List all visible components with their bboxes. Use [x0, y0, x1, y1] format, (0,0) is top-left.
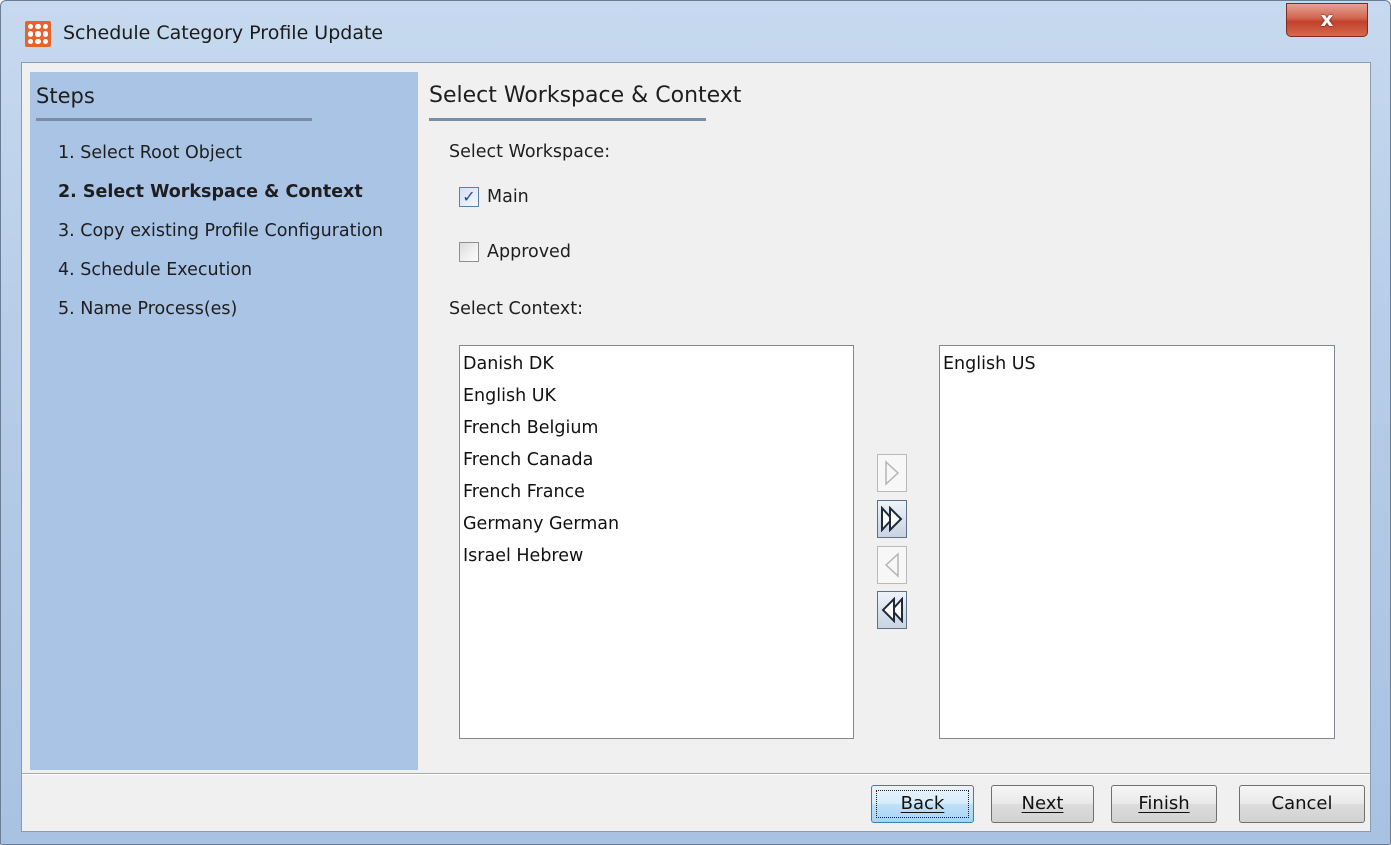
list-item[interactable]: Israel Hebrew [463, 542, 853, 574]
footer-divider-highlight [22, 774, 1370, 775]
step-item: 3. Copy existing Profile Configuration [58, 221, 384, 241]
steps-heading: Steps [36, 84, 95, 108]
page-title-divider [429, 118, 706, 121]
focus-ring [876, 790, 969, 818]
page-title: Select Workspace & Context [429, 83, 742, 108]
workspace-approved-checkbox[interactable] [459, 242, 479, 262]
workspace-label: Select Workspace: [449, 142, 611, 162]
workspace-main-label: Main [487, 187, 529, 207]
list-item[interactable]: English US [943, 350, 1334, 382]
cancel-button[interactable]: Cancel [1239, 785, 1365, 823]
workspace-main-checkbox[interactable]: ✓ [459, 187, 479, 207]
finish-button-label: Finish [1138, 793, 1190, 814]
context-label: Select Context: [449, 299, 584, 319]
available-contexts-list[interactable]: Danish DK English UK French Belgium Fren… [459, 345, 854, 739]
move-right-icon [885, 460, 900, 486]
workspace-main-option[interactable]: ✓ Main [459, 187, 529, 207]
step-item: 1. Select Root Object [58, 143, 243, 163]
back-button[interactable]: Back [871, 785, 974, 823]
title-bar: Schedule Category Profile Update x [1, 1, 1390, 63]
cancel-button-label: Cancel [1271, 793, 1333, 814]
list-item[interactable]: French Canada [463, 446, 853, 478]
next-button[interactable]: Next [991, 785, 1094, 823]
steps-heading-divider [36, 118, 312, 121]
step-item: 4. Schedule Execution [58, 260, 253, 280]
selected-contexts-list[interactable]: English US [939, 345, 1335, 739]
finish-button[interactable]: Finish [1111, 785, 1217, 823]
list-item[interactable]: English UK [463, 382, 853, 414]
list-item[interactable]: Danish DK [463, 350, 853, 382]
move-all-right-icon [881, 506, 903, 532]
move-left-button[interactable] [877, 546, 907, 584]
list-item[interactable]: French France [463, 478, 853, 510]
move-all-left-icon [881, 597, 903, 623]
list-item[interactable]: Germany German [463, 510, 853, 542]
steps-panel: Steps 1. Select Root Object 2. Select Wo… [30, 72, 418, 770]
dialog-window: Schedule Category Profile Update x Steps… [0, 0, 1391, 845]
step-item-current: 2. Select Workspace & Context [58, 182, 363, 202]
window-title: Schedule Category Profile Update [63, 22, 384, 44]
list-item[interactable]: French Belgium [463, 414, 853, 446]
close-button[interactable]: x [1286, 3, 1368, 37]
dialog-client-area: Steps 1. Select Root Object 2. Select Wo… [21, 62, 1371, 832]
move-all-left-button[interactable] [877, 591, 907, 629]
move-left-icon [884, 552, 899, 578]
app-logo-icon [25, 21, 51, 47]
move-right-button[interactable] [877, 454, 907, 492]
step-item: 5. Name Process(es) [58, 299, 238, 319]
move-all-right-button[interactable] [877, 500, 907, 538]
next-button-label: Next [1021, 793, 1064, 814]
workspace-approved-option[interactable]: Approved [459, 242, 571, 262]
workspace-approved-label: Approved [487, 242, 571, 262]
